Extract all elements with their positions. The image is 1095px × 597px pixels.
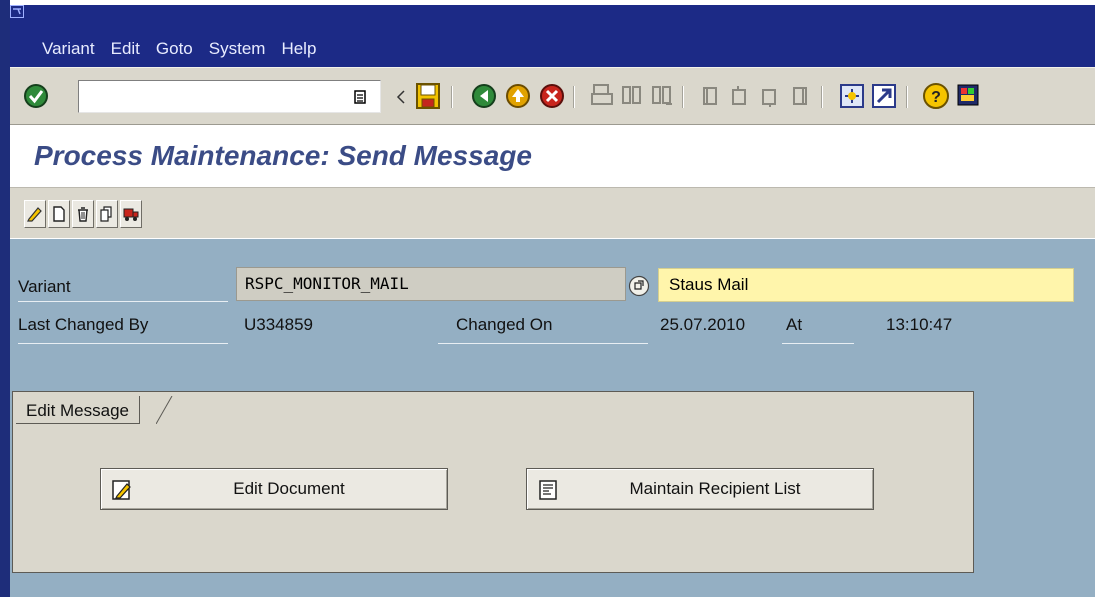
command-field[interactable] (78, 80, 381, 113)
create-icon (53, 206, 65, 222)
edit-message-tab: Edit Message (16, 396, 140, 424)
standard-toolbar: ? (10, 67, 1095, 125)
edit-document-icon (112, 480, 131, 500)
save-icon[interactable] (412, 80, 444, 112)
copy-icon (100, 206, 112, 222)
find-icon[interactable] (616, 80, 648, 112)
transport-button[interactable] (120, 200, 142, 228)
exit-icon[interactable] (502, 80, 534, 112)
menu-edit[interactable]: Edit (103, 39, 148, 59)
last-changed-by-label: Last Changed By (18, 315, 149, 334)
delete-button[interactable] (72, 200, 94, 228)
menu-goto[interactable]: Goto (148, 39, 201, 59)
create-session-icon[interactable] (836, 80, 868, 112)
recipient-list-icon (539, 480, 557, 500)
edit-document-button[interactable]: Edit Document (100, 468, 448, 510)
shortcut-icon[interactable] (868, 80, 900, 112)
next-page-icon[interactable] (754, 80, 786, 112)
collapse-arrow-icon[interactable] (396, 90, 406, 104)
delete-icon (78, 207, 88, 222)
help-icon[interactable]: ? (920, 80, 952, 112)
command-history-icon[interactable] (354, 90, 366, 104)
variant-label: Variant (18, 277, 71, 296)
maintain-recipient-list-button[interactable]: Maintain Recipient List (526, 468, 874, 510)
layout-menu-icon[interactable] (954, 80, 986, 112)
main-area: Variant RSPC_MONITOR_MAIL Staus Mail Las… (10, 239, 1095, 597)
copy-button[interactable] (96, 200, 118, 228)
back-icon[interactable] (468, 80, 500, 112)
variant-details-icon[interactable] (628, 275, 650, 297)
menu-variant[interactable]: Variant (34, 39, 103, 59)
last-changed-by-value: U334859 (244, 315, 314, 334)
page-title: Process Maintenance: Send Message (34, 140, 532, 171)
print-icon[interactable] (586, 80, 618, 112)
cancel-icon[interactable] (536, 80, 568, 112)
at-label: At (786, 315, 803, 334)
title-bar: Process Maintenance: Send Message (10, 125, 1095, 187)
system-menu-icon[interactable] (10, 5, 24, 18)
changed-on-value: 25.07.2010 (660, 315, 746, 334)
menu-system[interactable]: System (201, 39, 274, 59)
enter-icon[interactable] (20, 80, 52, 112)
menu-help[interactable]: Help (273, 39, 324, 59)
window-left-edge (0, 0, 10, 597)
first-page-icon[interactable] (694, 80, 726, 112)
maintain-recipient-list-label: Maintain Recipient List (629, 479, 801, 498)
change-icon (27, 207, 42, 222)
variant-field[interactable]: RSPC_MONITOR_MAIL (236, 267, 626, 301)
tab-slant (156, 396, 173, 424)
variant-description-field[interactable]: Staus Mail (658, 268, 1074, 302)
edit-document-label: Edit Document (233, 479, 345, 498)
change-button[interactable] (24, 200, 46, 228)
create-button[interactable] (48, 200, 70, 228)
application-toolbar (10, 187, 1095, 239)
menu-items: Variant Edit Goto System Help (34, 39, 324, 59)
find-next-icon[interactable] (646, 80, 678, 112)
at-value: 13:10:47 (886, 315, 953, 334)
changed-on-label: Changed On (456, 315, 553, 334)
svg-text:?: ? (931, 89, 941, 106)
transport-icon (123, 208, 139, 221)
menu-bar: Variant Edit Goto System Help (10, 5, 1095, 67)
previous-page-icon[interactable] (724, 80, 756, 112)
last-page-icon[interactable] (784, 80, 816, 112)
